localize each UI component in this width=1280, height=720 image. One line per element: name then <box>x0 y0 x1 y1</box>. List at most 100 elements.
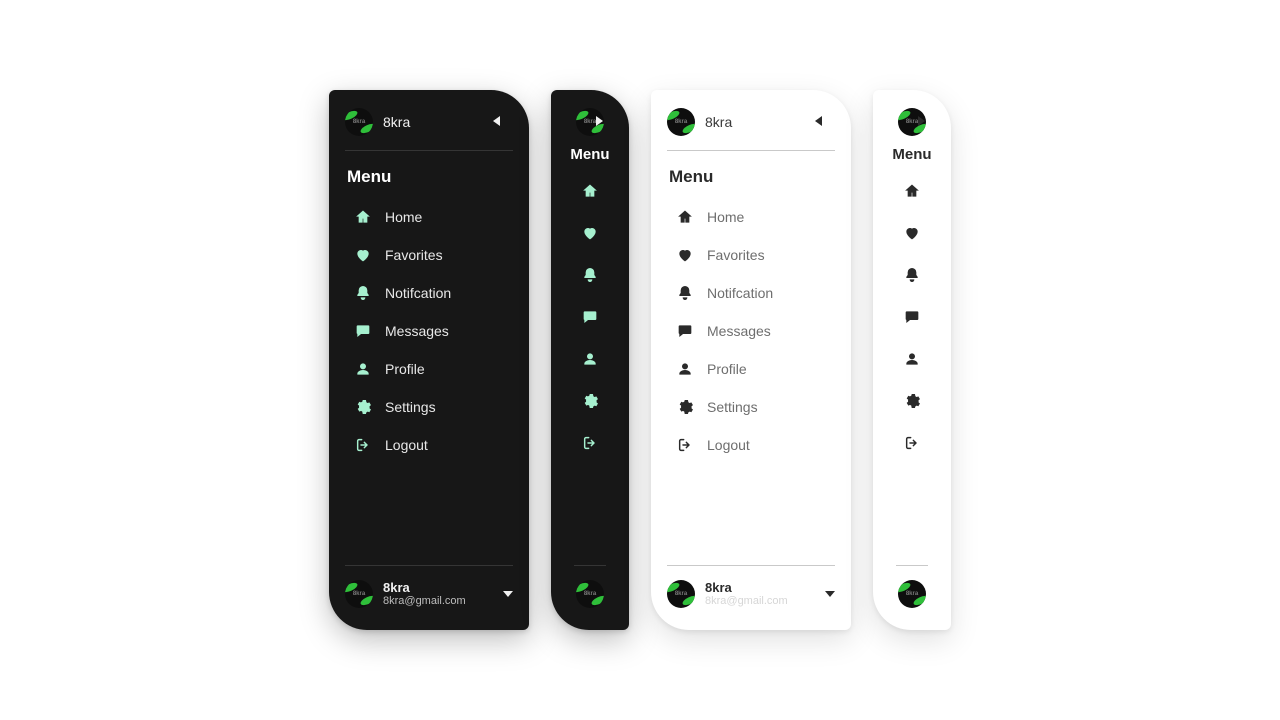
avatar-text: 8kra <box>576 580 604 608</box>
user-icon <box>677 361 693 377</box>
home-icon <box>355 209 371 225</box>
home-icon <box>904 183 920 199</box>
sidebar-item-label: Profile <box>707 361 747 377</box>
menu-items <box>578 173 602 551</box>
sidebar-item-notifcation[interactable] <box>578 257 602 293</box>
home-icon <box>582 183 598 199</box>
triangle-left-icon <box>493 116 500 126</box>
logout-icon <box>677 437 693 453</box>
section-heading: Menu <box>570 146 609 163</box>
sidebar-light-narrow: 8kraMenu8kra <box>873 90 951 630</box>
sidebar-item-messages[interactable]: Messages <box>345 315 513 347</box>
sidebar-light-wide: 8kra 8kra Menu Home Favorites Notifcation Mess… <box>651 90 851 630</box>
avatar-text: 8kra <box>345 580 373 608</box>
sidebar-item-profile[interactable]: Profile <box>345 353 513 385</box>
triangle-right-icon <box>596 116 603 126</box>
section-heading: Menu <box>347 167 513 187</box>
sidebar-footer[interactable]: 8kra <box>576 580 604 608</box>
sidebar-item-home[interactable] <box>578 173 602 209</box>
sidebar-item-home[interactable] <box>900 173 924 209</box>
sidebar-footer[interactable]: 8kra <box>898 580 926 608</box>
section-heading: Menu <box>669 167 835 187</box>
user-icon <box>904 351 920 367</box>
sidebar-dark-wide: 8kra 8kra Menu Home Favorites Notifcation Mess… <box>329 90 529 630</box>
sidebar-item-label: Settings <box>707 399 758 415</box>
sidebar-item-settings[interactable] <box>900 383 924 419</box>
triangle-left-icon <box>815 116 822 126</box>
sidebar-item-label: Home <box>707 209 744 225</box>
divider <box>667 150 835 151</box>
avatar-text: 8kra <box>667 580 695 608</box>
bell-icon <box>355 285 371 301</box>
sidebar-item-home[interactable]: Home <box>345 201 513 233</box>
sidebar-item-settings[interactable]: Settings <box>667 391 835 423</box>
sidebar-item-home[interactable]: Home <box>667 201 835 233</box>
sidebar-item-messages[interactable] <box>900 299 924 335</box>
footer-user-info: 8kra8kra@gmail.com <box>383 581 466 607</box>
divider <box>667 565 835 566</box>
sidebar-item-notifcation[interactable]: Notifcation <box>345 277 513 309</box>
divider <box>345 150 513 151</box>
sidebar-item-profile[interactable] <box>900 341 924 377</box>
avatar: 8kra <box>576 580 604 608</box>
sidebar-item-label: Favorites <box>385 247 443 263</box>
logout-icon <box>355 437 371 453</box>
sidebar-item-label: Logout <box>707 437 750 453</box>
brand-name: 8kra <box>705 114 732 130</box>
sidebar-item-label: Settings <box>385 399 436 415</box>
bell-icon <box>677 285 693 301</box>
chat-icon <box>355 323 371 339</box>
brand-name: 8kra <box>383 114 410 130</box>
section-heading: Menu <box>892 146 931 163</box>
divider <box>896 565 928 566</box>
collapse-toggle[interactable] <box>592 114 606 128</box>
home-icon <box>677 209 693 225</box>
sidebar-item-messages[interactable]: Messages <box>667 315 835 347</box>
chat-icon <box>677 323 693 339</box>
divider <box>345 565 513 566</box>
heart-icon <box>582 225 598 241</box>
gear-icon <box>904 393 920 409</box>
sidebar-item-label: Logout <box>385 437 428 453</box>
menu-items: Home Favorites Notifcation Messages Profile S… <box>667 201 835 551</box>
sidebar-item-messages[interactable] <box>578 299 602 335</box>
footer-user-info: 8kra8kra@gmail.com <box>705 581 788 607</box>
avatar: 8kra <box>345 580 373 608</box>
sidebar-item-favorites[interactable]: Favorites <box>345 239 513 271</box>
sidebar-item-logout[interactable]: Logout <box>667 429 835 461</box>
sidebar-item-logout[interactable] <box>578 425 602 461</box>
sidebar-item-favorites[interactable] <box>900 215 924 251</box>
avatar: 8kra <box>345 108 373 136</box>
collapse-toggle[interactable] <box>914 114 928 128</box>
sidebar-footer[interactable]: 8kra 8kra8kra@gmail.com <box>667 580 835 608</box>
menu-items: Home Favorites Notifcation Messages Profile S… <box>345 201 513 551</box>
chevron-down-icon <box>825 591 835 597</box>
avatar-text: 8kra <box>345 108 373 136</box>
avatar-text: 8kra <box>667 108 695 136</box>
sidebar-item-favorites[interactable]: Favorites <box>667 239 835 271</box>
divider <box>574 565 606 566</box>
heart-icon <box>355 247 371 263</box>
sidebar-item-settings[interactable]: Settings <box>345 391 513 423</box>
sidebar-item-settings[interactable] <box>578 383 602 419</box>
logout-icon <box>582 435 598 451</box>
avatar: 8kra <box>667 580 695 608</box>
sidebar-footer[interactable]: 8kra 8kra8kra@gmail.com <box>345 580 513 608</box>
sidebar-dark-narrow: 8kraMenu8kra <box>551 90 629 630</box>
sidebar-item-logout[interactable] <box>900 425 924 461</box>
menu-items <box>900 173 924 551</box>
collapse-toggle[interactable] <box>811 114 825 128</box>
sidebar-item-notifcation[interactable] <box>900 257 924 293</box>
sidebar-item-profile[interactable] <box>578 341 602 377</box>
collapse-toggle[interactable] <box>489 114 503 128</box>
sidebar-item-logout[interactable]: Logout <box>345 429 513 461</box>
sidebar-item-label: Notifcation <box>385 285 451 301</box>
user-icon <box>355 361 371 377</box>
sidebar-item-label: Notifcation <box>707 285 773 301</box>
avatar-text: 8kra <box>898 580 926 608</box>
sidebar-item-favorites[interactable] <box>578 215 602 251</box>
footer-email: 8kra@gmail.com <box>705 595 788 607</box>
user-icon <box>582 351 598 367</box>
sidebar-item-notifcation[interactable]: Notifcation <box>667 277 835 309</box>
sidebar-item-profile[interactable]: Profile <box>667 353 835 385</box>
